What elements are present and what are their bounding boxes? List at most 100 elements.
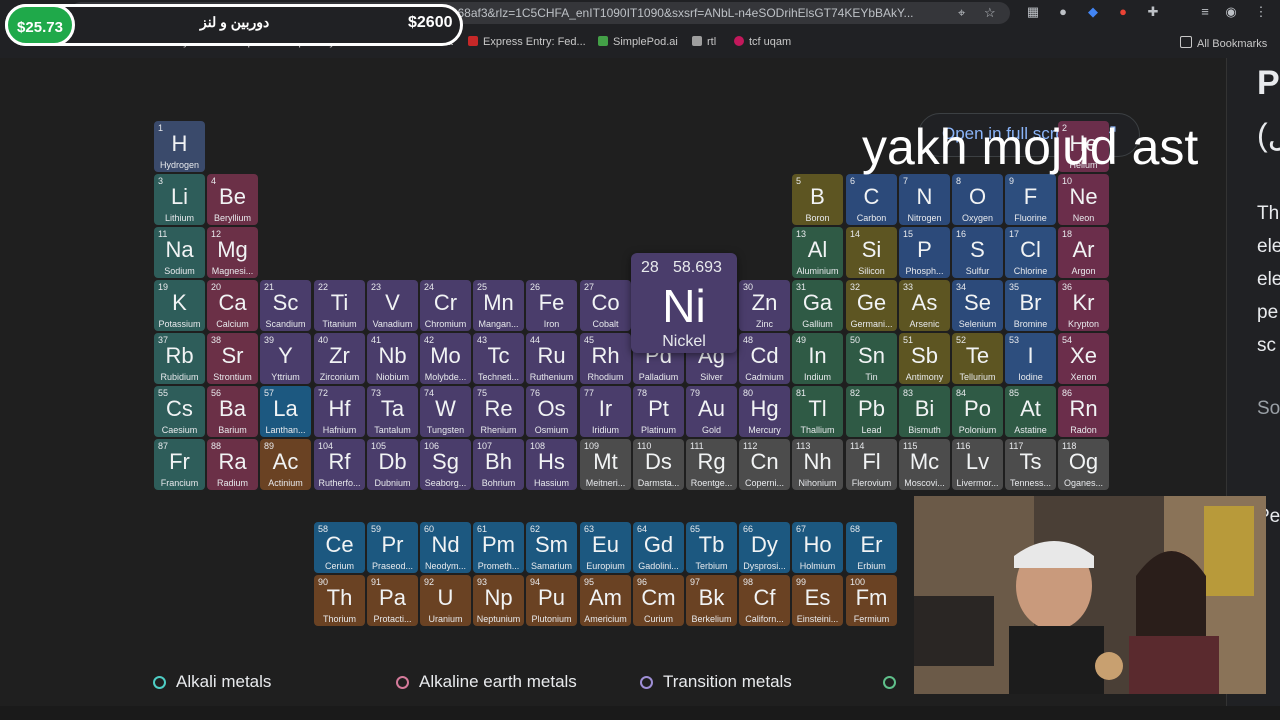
element-cell-sg[interactable]: 106 Sg Seaborg...	[420, 439, 471, 490]
menu-icon[interactable]: ⋮	[1252, 3, 1270, 21]
element-cell-ta[interactable]: 73 Ta Tantalum	[367, 386, 418, 437]
element-cell-sb[interactable]: 51 Sb Antimony	[899, 333, 950, 384]
element-cell-ra[interactable]: 88 Ra Radium	[207, 439, 258, 490]
element-cell-ti[interactable]: 22 Ti Titanium	[314, 280, 365, 331]
element-cell-mg[interactable]: 12 Mg Magnesi...	[207, 227, 258, 278]
extension-icon[interactable]: ▦	[1024, 3, 1042, 21]
element-cell-am[interactable]: 95 Am Americium	[580, 575, 631, 626]
element-cell-i[interactable]: 53 I Iodine	[1005, 333, 1056, 384]
element-cell-hs[interactable]: 108 Hs Hassium	[526, 439, 577, 490]
element-cell-n[interactable]: 7 N Nitrogen	[899, 174, 950, 225]
element-cell-y[interactable]: 39 Y Yttrium	[260, 333, 311, 384]
element-cell-cm[interactable]: 96 Cm Curium	[633, 575, 684, 626]
bookmark-item[interactable]: SimplePod.ai	[598, 36, 678, 48]
element-cell-xe[interactable]: 54 Xe Xenon	[1058, 333, 1109, 384]
bookmark-item[interactable]: tcf uqam	[734, 36, 791, 48]
bookmark-star-icon[interactable]: ☆	[984, 5, 996, 21]
element-cell-ba[interactable]: 56 Ba Barium	[207, 386, 258, 437]
element-cell-sc[interactable]: 21 Sc Scandium	[260, 280, 311, 331]
element-cell-fm[interactable]: 100 Fm Fermium	[846, 575, 897, 626]
element-cell-li[interactable]: 3 Li Lithium	[154, 174, 205, 225]
media-icon[interactable]: ≡	[1196, 3, 1214, 21]
element-cell-ga[interactable]: 31 Ga Gallium	[792, 280, 843, 331]
element-cell-dy[interactable]: 66 Dy Dysprosi...	[739, 522, 790, 573]
element-cell-sm[interactable]: 62 Sm Samarium	[526, 522, 577, 573]
element-cell-np[interactable]: 93 Np Neptunium	[473, 575, 524, 626]
element-cell-cd[interactable]: 48 Cd Cadmium	[739, 333, 790, 384]
element-cell-bh[interactable]: 107 Bh Bohrium	[473, 439, 524, 490]
element-cell-c[interactable]: 6 C Carbon	[846, 174, 897, 225]
element-cell-at[interactable]: 85 At Astatine	[1005, 386, 1056, 437]
element-cell-in[interactable]: 49 In Indium	[792, 333, 843, 384]
element-cell-lv[interactable]: 116 Lv Livermor...	[952, 439, 1003, 490]
all-bookmarks[interactable]: All Bookmarks	[1180, 36, 1267, 50]
element-cell-ge[interactable]: 32 Ge Germani...	[846, 280, 897, 331]
element-cell-na[interactable]: 11 Na Sodium	[154, 227, 205, 278]
element-cell-os[interactable]: 76 Os Osmium	[526, 386, 577, 437]
element-cell-mo[interactable]: 42 Mo Molybde...	[420, 333, 471, 384]
element-cell-fl[interactable]: 114 Fl Flerovium	[846, 439, 897, 490]
element-cell-er[interactable]: 68 Er Erbium	[846, 522, 897, 573]
element-cell-re[interactable]: 75 Re Rhenium	[473, 386, 524, 437]
element-cell-te[interactable]: 52 Te Tellurium	[952, 333, 1003, 384]
legend-alkali-metals[interactable]: Alkali metals	[153, 672, 271, 692]
puzzle-icon[interactable]: ✚	[1144, 3, 1162, 21]
element-cell-mt[interactable]: 109 Mt Meitneri...	[580, 439, 631, 490]
element-cell-cr[interactable]: 24 Cr Chromium	[420, 280, 471, 331]
element-cell-sn[interactable]: 50 Sn Tin	[846, 333, 897, 384]
shield-icon[interactable]: ◆	[1084, 3, 1102, 21]
element-cell-be[interactable]: 4 Be Beryllium	[207, 174, 258, 225]
element-cell-zr[interactable]: 40 Zr Zirconium	[314, 333, 365, 384]
avatar[interactable]: ◉	[1222, 3, 1240, 21]
element-cell-ir[interactable]: 77 Ir Iridium	[580, 386, 631, 437]
element-cell-po[interactable]: 84 Po Polonium	[952, 386, 1003, 437]
element-cell-si[interactable]: 14 Si Silicon	[846, 227, 897, 278]
element-cell-k[interactable]: 19 K Potassium	[154, 280, 205, 331]
element-cell-rg[interactable]: 111 Rg Roentge...	[686, 439, 737, 490]
element-cell-mc[interactable]: 115 Mc Moscovi...	[899, 439, 950, 490]
element-cell-rf[interactable]: 104 Rf Rutherfo...	[314, 439, 365, 490]
element-cell-as[interactable]: 33 As Arsenic	[899, 280, 950, 331]
element-cell-ac[interactable]: 89 Ac Actinium	[260, 439, 311, 490]
element-cell-br[interactable]: 35 Br Bromine	[1005, 280, 1056, 331]
element-cell-sr[interactable]: 38 Sr Strontium	[207, 333, 258, 384]
element-cell-h[interactable]: 1 H Hydrogen	[154, 121, 205, 172]
element-cell-ca[interactable]: 20 Ca Calcium	[207, 280, 258, 331]
element-cell-au[interactable]: 79 Au Gold	[686, 386, 737, 437]
element-cell-pa[interactable]: 91 Pa Protacti...	[367, 575, 418, 626]
element-cell-tl[interactable]: 81 Tl Thallium	[792, 386, 843, 437]
element-cell-pu[interactable]: 94 Pu Plutonium	[526, 575, 577, 626]
element-cell-rh[interactable]: 45 Rh Rhodium	[580, 333, 631, 384]
element-cell-s[interactable]: 16 S Sulfur	[952, 227, 1003, 278]
element-cell-la[interactable]: 57 La Lanthan...	[260, 386, 311, 437]
element-cell-ne[interactable]: 10 Ne Neon	[1058, 174, 1109, 225]
element-cell-zn[interactable]: 30 Zn Zinc	[739, 280, 790, 331]
element-cell-rb[interactable]: 37 Rb Rubidium	[154, 333, 205, 384]
element-cell-hf[interactable]: 72 Hf Hafnium	[314, 386, 365, 437]
element-cell-bk[interactable]: 97 Bk Berkelium	[686, 575, 737, 626]
bookmark-item[interactable]: rtl	[692, 36, 716, 48]
element-cell-o[interactable]: 8 O Oxygen	[952, 174, 1003, 225]
legend-alkaline-earth-metals[interactable]: Alkaline earth metals	[396, 672, 577, 692]
mic-icon[interactable]: ●	[1054, 3, 1072, 21]
legend-more[interactable]	[883, 672, 906, 692]
element-cell-nh[interactable]: 113 Nh Nihonium	[792, 439, 843, 490]
element-cell-ar[interactable]: 18 Ar Argon	[1058, 227, 1109, 278]
element-cell-b[interactable]: 5 B Boron	[792, 174, 843, 225]
element-cell-w[interactable]: 74 W Tungsten	[420, 386, 471, 437]
element-cell-tc[interactable]: 43 Tc Techneti...	[473, 333, 524, 384]
element-cell-v[interactable]: 23 V Vanadium	[367, 280, 418, 331]
element-cell-rn[interactable]: 86 Rn Radon	[1058, 386, 1109, 437]
element-cell-cl[interactable]: 17 Cl Chlorine	[1005, 227, 1056, 278]
element-cell-pt[interactable]: 78 Pt Platinum	[633, 386, 684, 437]
element-cell-f[interactable]: 9 F Fluorine	[1005, 174, 1056, 225]
element-cell-og[interactable]: 118 Og Oganes...	[1058, 439, 1109, 490]
element-cell-hg[interactable]: 80 Hg Mercury	[739, 386, 790, 437]
element-cell-ho[interactable]: 67 Ho Holmium	[792, 522, 843, 573]
element-cell-u[interactable]: 92 U Uranium	[420, 575, 471, 626]
element-cell-tb[interactable]: 65 Tb Terbium	[686, 522, 737, 573]
record-icon[interactable]: ●	[1114, 3, 1132, 21]
legend-transition-metals[interactable]: Transition metals	[640, 672, 792, 692]
element-cell-bi[interactable]: 83 Bi Bismuth	[899, 386, 950, 437]
element-cell-pr[interactable]: 59 Pr Praseod...	[367, 522, 418, 573]
